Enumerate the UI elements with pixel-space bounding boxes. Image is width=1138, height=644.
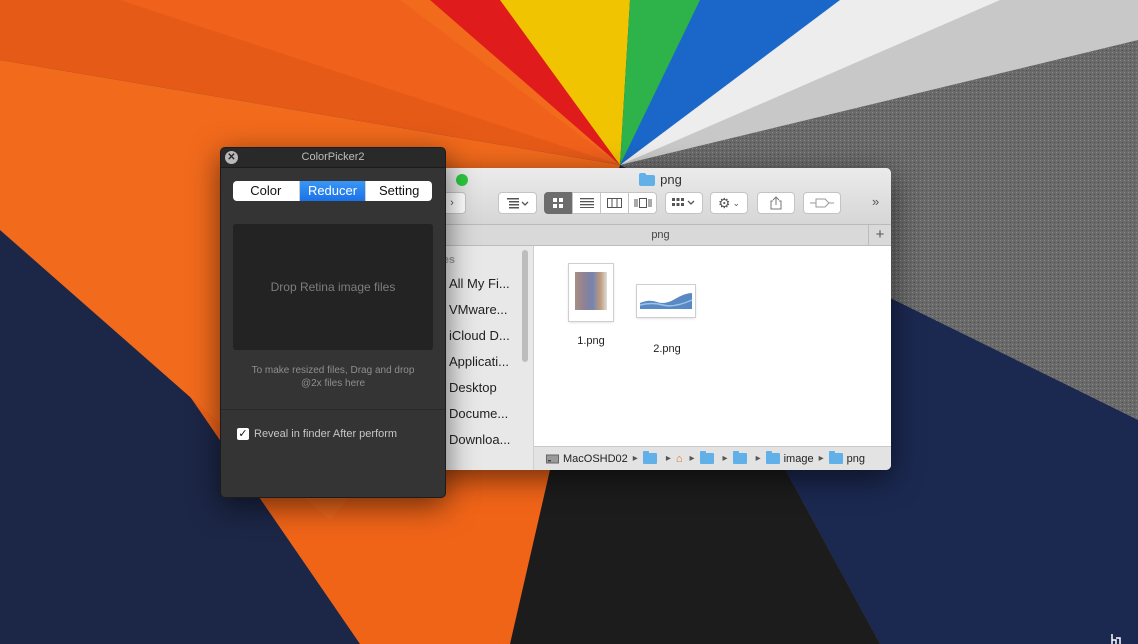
path-item-png[interactable]: png	[847, 453, 865, 465]
folder-icon	[639, 173, 656, 186]
path-item-image[interactable]: image	[784, 453, 814, 465]
coverflow-view-button[interactable]	[628, 192, 657, 214]
path-separator-icon: ▸	[755, 453, 761, 464]
list-view-button[interactable]	[572, 192, 601, 214]
reveal-in-finder-checkbox[interactable]: ✓	[237, 428, 249, 440]
sidebar-item-applications[interactable]: Applicati...	[449, 354, 509, 369]
finder-title: png	[430, 172, 891, 187]
sidebar-item-vmware[interactable]: VMware...	[449, 302, 508, 317]
finder-window: png › ⚙ ⌄ » png + All My Fi... VMware...…	[430, 168, 891, 470]
tab-png[interactable]: png	[651, 229, 669, 241]
share-icon	[770, 196, 782, 210]
finder-titlebar: png › ⚙ ⌄ »	[430, 168, 891, 225]
path-separator-icon: ▸	[689, 453, 695, 464]
grid-icon	[553, 197, 563, 208]
reveal-in-finder-option: ✓ Reveal in finder After perform	[237, 428, 397, 440]
file-thumbnail	[637, 285, 695, 317]
reveal-in-finder-label: Reveal in finder After perform	[254, 428, 398, 440]
documents-folder-icon[interactable]	[699, 451, 714, 464]
divider	[221, 409, 445, 410]
users-folder-icon[interactable]	[642, 451, 657, 464]
path-separator-icon: ▸	[665, 453, 671, 464]
arrange-icon	[506, 198, 528, 209]
file-name: 1.png	[577, 335, 605, 347]
sidebar-item-documents[interactable]: Docume...	[449, 406, 508, 421]
gear-icon: ⚙	[717, 194, 731, 211]
action-menu-button[interactable]: ⚙ ⌄	[710, 192, 748, 214]
columns-icon	[607, 198, 622, 208]
path-separator-icon: ▸	[632, 453, 638, 464]
path-separator-icon: ▸	[818, 453, 824, 464]
tab-color[interactable]: Color	[233, 181, 300, 201]
drop-hint: To make resized files, Drag and drop @2x…	[233, 364, 433, 390]
colorpicker-title: ColorPicker2	[301, 151, 365, 163]
share-button[interactable]	[757, 192, 795, 214]
sidebar-scrollbar[interactable]	[522, 250, 528, 362]
file-name: 2.png	[653, 343, 681, 355]
sidebar-item-icloud-drive[interactable]: iCloud D...	[449, 328, 510, 343]
folder-icon[interactable]	[732, 451, 747, 464]
new-tab-button[interactable]: +	[868, 225, 891, 245]
colorpicker-tabs: Color Reducer Setting	[233, 181, 432, 201]
finder-file-area: 1.png 2.png	[534, 246, 891, 446]
sidebar-item-downloads[interactable]: Downloa...	[449, 432, 510, 447]
path-item-macoshd02[interactable]: MacOSHD02	[563, 453, 628, 465]
hard-drive-icon	[546, 454, 559, 464]
finder-tab-bar: png +	[430, 225, 891, 246]
group-grid-icon	[672, 198, 695, 206]
chevron-right-icon: ›	[450, 197, 454, 209]
drop-zone[interactable]: Drop Retina image files	[233, 224, 433, 350]
tab-reducer[interactable]: Reducer	[299, 181, 367, 201]
drop-hint-line-1: To make resized files, Drag and drop	[251, 365, 415, 376]
sidebar-item-all-my-files[interactable]: All My Fi...	[449, 276, 510, 291]
column-view-button[interactable]	[600, 192, 629, 214]
file-thumbnail	[569, 264, 613, 321]
list-icon	[579, 198, 594, 208]
tag-icon	[810, 198, 834, 208]
sidebar-item-desktop[interactable]: Desktop	[449, 380, 497, 395]
colorpicker-panel: ✕ ColorPicker2 Color Reducer Setting Dro…	[220, 147, 446, 498]
tags-button[interactable]	[803, 192, 841, 214]
close-icon[interactable]: ✕	[225, 151, 238, 164]
icon-view-button[interactable]	[544, 192, 573, 214]
group-by-button[interactable]	[665, 192, 703, 214]
chevron-down-icon: ⌄	[732, 197, 741, 208]
finder-title-text: png	[660, 172, 682, 187]
colorpicker-titlebar: ✕ ColorPicker2	[221, 148, 445, 168]
tab-setting[interactable]: Setting	[366, 181, 432, 201]
image-folder-icon	[765, 451, 780, 464]
home-icon[interactable]: ⌂	[676, 453, 683, 465]
path-bar: MacOSHD02 ▸ ▸ ⌂ ▸ ▸ ▸ image ▸ png	[534, 446, 891, 470]
png-folder-icon	[828, 451, 843, 464]
drop-zone-label: Drop Retina image files	[270, 280, 396, 294]
view-mode-segmented	[544, 192, 657, 214]
toolbar-overflow-icon[interactable]: »	[872, 194, 879, 209]
coverflow-icon	[634, 198, 651, 208]
drop-hint-line-2: @2x files here	[300, 378, 366, 389]
path-separator-icon: ▸	[722, 453, 728, 464]
arrange-menu-button[interactable]	[498, 192, 537, 214]
mouse-cursor-icon	[1111, 634, 1121, 644]
